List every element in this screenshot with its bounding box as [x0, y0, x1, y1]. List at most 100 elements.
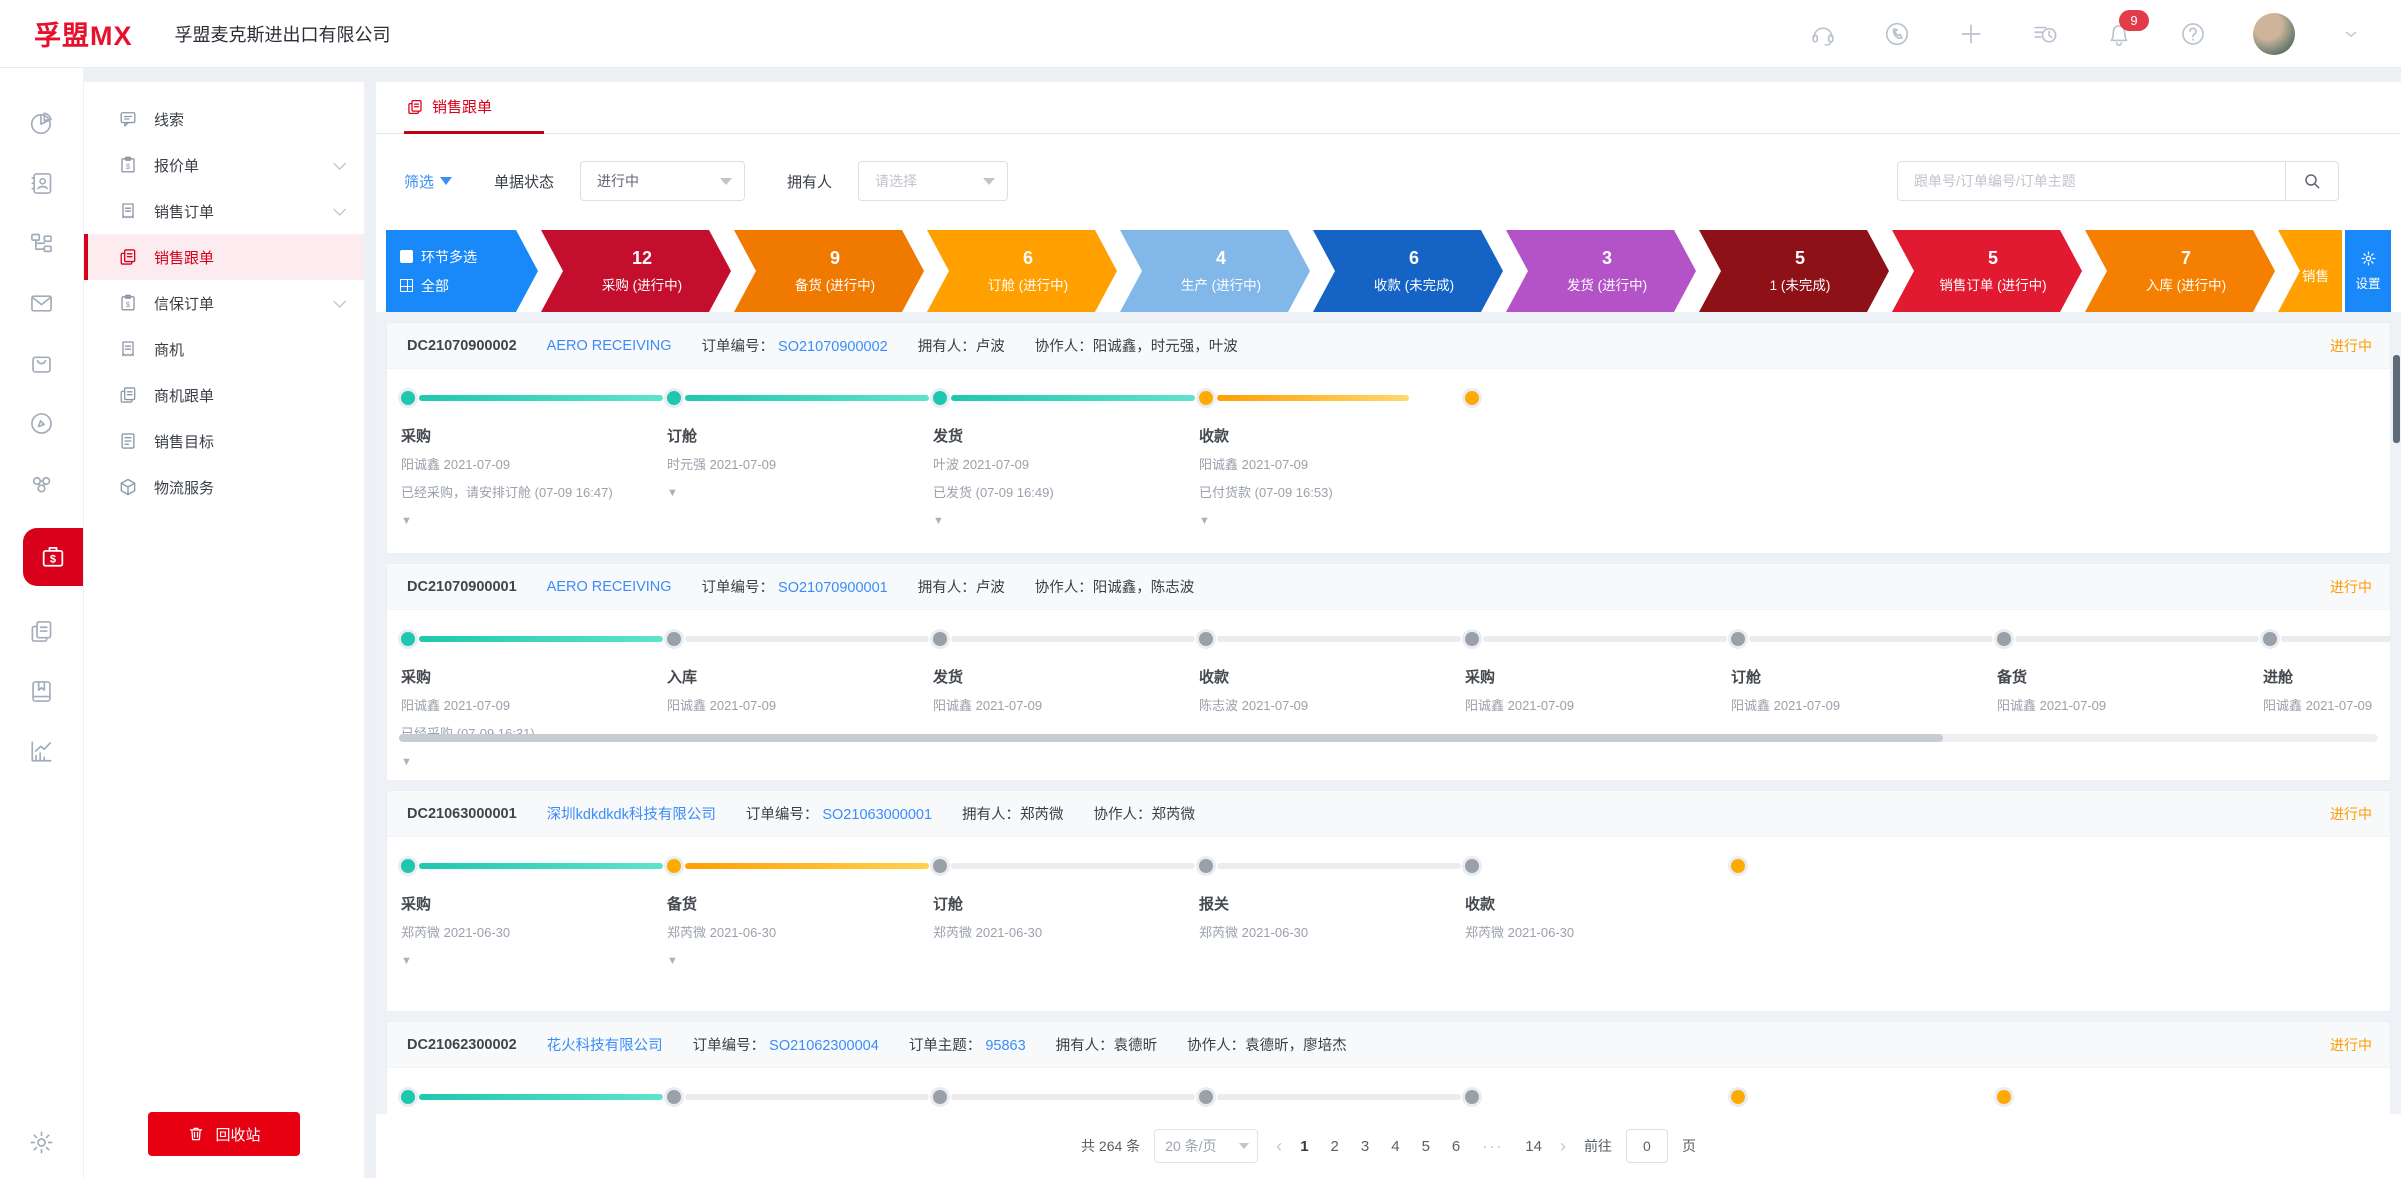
plus-icon[interactable] [1957, 20, 1985, 48]
step-expand-caret[interactable]: ▼ [667, 955, 933, 967]
customer-link[interactable]: AERO RECEIVING [547, 338, 672, 354]
horizontal-scrollbar-thumb[interactable] [399, 734, 1943, 742]
customer-link[interactable]: 花火科技有限公司 [547, 1034, 663, 1055]
headset-icon[interactable] [1809, 20, 1837, 48]
step-person-date: 阳诚鑫 2021-07-09 [2263, 695, 2391, 714]
prev-page-button[interactable]: ‹ [1272, 1136, 1286, 1157]
timeline-segment [685, 863, 929, 869]
order-topic-link[interactable]: 95863 [985, 1038, 1025, 1054]
checkbox-icon[interactable] [400, 250, 413, 263]
next-page-button[interactable]: › [1556, 1136, 1570, 1157]
rail-item-mail[interactable] [27, 288, 57, 318]
step-expand-caret[interactable]: ▼ [933, 515, 1199, 527]
stage-arrow-订舱 (进行中)[interactable]: 6订舱 (进行中) [927, 230, 1117, 312]
search-input[interactable] [1897, 161, 2285, 201]
step-person-date: 阳诚鑫 2021-07-09 [401, 454, 667, 473]
step-name: 采购 [401, 666, 667, 687]
step-name: 发货 [933, 666, 1199, 687]
chevron-down-icon [333, 157, 346, 170]
sidebar-item-销售目标[interactable]: 销售目标 [84, 418, 364, 464]
sidebar-item-商机[interactable]: 商机 [84, 326, 364, 372]
filter-toggle[interactable]: 筛选 [404, 171, 452, 192]
page-number-3[interactable]: 3 [1361, 1138, 1369, 1155]
order-number-link[interactable]: SO21070900001 [778, 580, 888, 596]
recycle-bin-button[interactable]: 回收站 [148, 1112, 300, 1156]
stage-arrow-销售[interactable]: 销售 [2278, 230, 2342, 312]
rail-item-sitemap[interactable] [27, 228, 57, 258]
phone-circle-icon[interactable] [1883, 20, 1911, 48]
stage-arrow-采购 (进行中)[interactable]: 12采购 (进行中) [541, 230, 731, 312]
receipt-icon [118, 201, 138, 221]
customer-link[interactable]: 深圳kdkdkdk科技有限公司 [547, 803, 716, 824]
stage-settings-label: 设置 [2355, 273, 2380, 292]
rail-item-documents[interactable] [27, 616, 57, 646]
order-number-link[interactable]: SO21070900002 [778, 339, 888, 355]
goto-page-input[interactable] [1626, 1129, 1668, 1163]
status-select-value: 进行中 [597, 171, 639, 191]
rail-item-book[interactable] [27, 676, 57, 706]
history-icon[interactable] [2031, 20, 2059, 48]
step-person-date: 阳诚鑫 2021-07-09 [401, 695, 667, 714]
page-size-select[interactable]: 20 条/页 [1154, 1129, 1258, 1163]
customer-link[interactable]: AERO RECEIVING [547, 579, 672, 595]
owner-select[interactable]: 请选择 [858, 161, 1008, 201]
receipt-icon [118, 339, 138, 359]
vertical-scrollbar-thumb[interactable] [2393, 355, 2400, 443]
stage-arrow-1 (未完成)[interactable]: 51 (未完成) [1699, 230, 1889, 312]
bell-icon[interactable]: 9 [2105, 20, 2133, 48]
chevron-down-icon[interactable] [2341, 24, 2361, 44]
rail-item-contacts[interactable] [27, 168, 57, 198]
question-icon[interactable] [2179, 20, 2207, 48]
sidebar-item-销售跟单[interactable]: 销售跟单 [84, 234, 364, 280]
stage-arrow-发货 (进行中)[interactable]: 3发货 (进行中) [1506, 230, 1696, 312]
status-select[interactable]: 进行中 [580, 161, 745, 201]
sidebar-item-信保订单[interactable]: $信保订单 [84, 280, 364, 326]
sidebar-item-销售订单[interactable]: 销售订单 [84, 188, 364, 234]
rail-item-network[interactable] [27, 468, 57, 498]
sidebar-item-商机跟单[interactable]: 商机跟单 [84, 372, 364, 418]
svg-text:$: $ [126, 162, 131, 171]
rail-item-pie-chart[interactable] [27, 108, 57, 138]
rail-item-compass[interactable] [27, 408, 57, 438]
step-expand-caret[interactable]: ▼ [401, 756, 667, 768]
order-number-link[interactable]: SO21062300004 [769, 1038, 879, 1054]
step-expand-caret[interactable]: ▼ [1199, 515, 1465, 527]
step-expand-caret[interactable]: ▼ [401, 515, 667, 527]
stage-arrow-生产 (进行中)[interactable]: 4生产 (进行中) [1120, 230, 1310, 312]
sidebar-item-报价单[interactable]: $报价单 [84, 142, 364, 188]
page-number-14[interactable]: 14 [1525, 1138, 1542, 1155]
timeline-dot [1199, 1090, 1213, 1104]
step-person-date: 郑芮微 2021-06-30 [401, 922, 667, 941]
step-expand-caret[interactable]: ▼ [667, 487, 933, 499]
sidebar-item-物流服务[interactable]: 物流服务 [84, 464, 364, 510]
status-badge: 进行中 [2330, 804, 2372, 824]
stage-arrow-备货 (进行中)[interactable]: 9备货 (进行中) [734, 230, 924, 312]
stage-arrow-销售订单 (进行中)[interactable]: 5销售订单 (进行中) [1892, 230, 2082, 312]
rail-item-growth-chart[interactable] [27, 736, 57, 766]
stage-arrow-入库 (进行中)[interactable]: 7入库 (进行中) [2085, 230, 2275, 312]
tab-sales-tracking[interactable]: 销售跟单 [404, 96, 544, 134]
stage-multiselect-block[interactable]: 环节多选 全部 [386, 230, 538, 312]
stage-settings-button[interactable]: 设置 [2345, 230, 2391, 312]
sidebar-item-线索[interactable]: 线索 [84, 96, 364, 142]
search-button[interactable] [2285, 161, 2339, 201]
documents-icon [118, 385, 138, 405]
filter-row: 筛选 单据状态 进行中 拥有人 请选择 [376, 134, 2401, 228]
stage-arrow-收款 (未完成)[interactable]: 6收款 (未完成) [1313, 230, 1503, 312]
settings-gear-icon[interactable] [0, 1129, 83, 1156]
page-number-5[interactable]: 5 [1422, 1138, 1430, 1155]
user-avatar[interactable] [2253, 13, 2295, 55]
horizontal-scrollbar[interactable] [399, 734, 2378, 742]
page-number-1[interactable]: 1 [1300, 1138, 1308, 1155]
stage-all-label[interactable]: 全部 [421, 276, 449, 296]
step-person-date: 郑芮微 2021-06-30 [1465, 922, 1731, 941]
rail-item-briefcase-dollar-active[interactable]: $ [23, 528, 83, 586]
order-number-link[interactable]: SO21063000001 [822, 807, 932, 823]
timeline-dot [401, 632, 415, 646]
step-expand-caret[interactable]: ▼ [401, 955, 667, 967]
page-number-4[interactable]: 4 [1391, 1138, 1399, 1155]
rail-item-shopping-bag[interactable] [27, 348, 57, 378]
page-number-2[interactable]: 2 [1331, 1138, 1339, 1155]
clipboard-dollar-icon: $ [118, 155, 138, 175]
page-number-6[interactable]: 6 [1452, 1138, 1460, 1155]
